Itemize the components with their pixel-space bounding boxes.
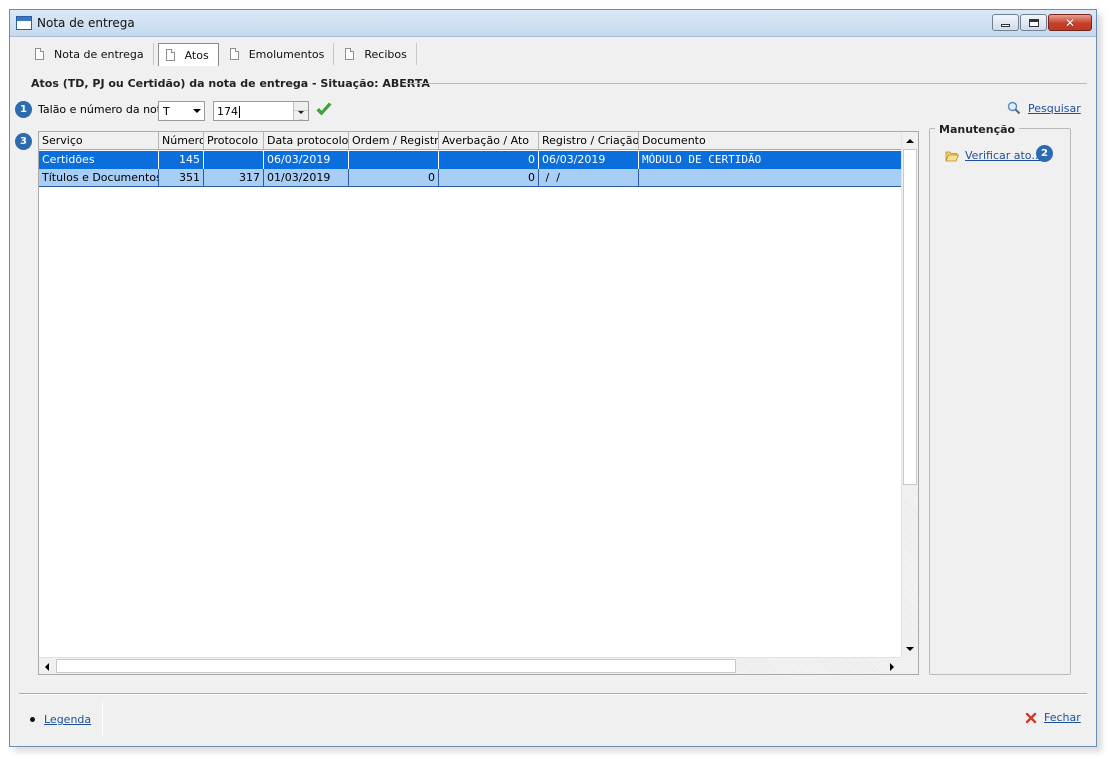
maximize-icon xyxy=(1028,18,1039,27)
cell-averbacao-ato: 0 xyxy=(439,169,539,187)
cell-protocolo xyxy=(204,151,264,169)
scroll-right-button[interactable] xyxy=(884,658,900,675)
tab-recibos[interactable]: Recibos xyxy=(338,43,417,65)
tab-atos[interactable]: Atos xyxy=(157,43,219,66)
tab-label: Recibos xyxy=(364,47,407,61)
scroll-left-button[interactable] xyxy=(39,658,55,675)
cell-data-protocolo: 06/03/2019 xyxy=(264,151,349,169)
scrollbar-corner xyxy=(901,657,918,674)
tab-nota-de-entrega[interactable]: Nota de entrega xyxy=(28,43,154,65)
table-row[interactable]: Certidões 145 06/03/2019 0 06/03/2019 MÓ… xyxy=(39,151,902,169)
talao-value: T xyxy=(163,105,170,118)
arrow-right-icon xyxy=(890,662,894,671)
cell-numero: 351 xyxy=(159,169,204,187)
cell-servico: Certidões xyxy=(39,151,159,169)
cell-documento: MÓDULO DE CERTIDÃO xyxy=(639,151,902,169)
vertical-scroll-track[interactable] xyxy=(902,486,918,640)
pesquisar-label: Pesquisar xyxy=(1028,101,1081,115)
col-averbacao-ato[interactable]: Averbação / Ato xyxy=(439,132,539,150)
tab-label: Emolumentos xyxy=(248,47,325,61)
talao-label: Talão e número da nota: xyxy=(38,103,172,116)
minimize-icon xyxy=(1001,24,1010,27)
cell-protocolo: 317 xyxy=(204,169,264,187)
vertical-scrollbar[interactable] xyxy=(901,132,918,657)
verificar-ato-link[interactable]: Verificar ato... xyxy=(945,149,1042,162)
confirm-check-icon[interactable] xyxy=(315,101,333,119)
footer-divider xyxy=(19,693,1087,695)
document-icon xyxy=(165,49,175,61)
horizontal-scroll-track[interactable] xyxy=(737,658,884,674)
col-protocolo[interactable]: Protocolo xyxy=(204,132,264,150)
cell-averbacao-ato: 0 xyxy=(439,151,539,169)
fechar-button[interactable]: Fechar xyxy=(1025,711,1081,724)
tab-bar: Nota de entrega Atos Emolumentos Recibos xyxy=(28,43,421,67)
close-icon xyxy=(1025,712,1037,723)
document-icon xyxy=(229,48,239,60)
talao-select[interactable]: T xyxy=(158,101,205,121)
stepper-down[interactable] xyxy=(294,111,308,120)
scroll-down-button[interactable] xyxy=(902,640,918,657)
stepper-up[interactable] xyxy=(294,102,308,111)
table-row[interactable]: Títulos e Documentos 351 317 01/03/2019 … xyxy=(39,169,902,187)
manutencao-title: Manutenção xyxy=(935,123,1020,136)
verificar-ato-label: Verificar ato... xyxy=(965,149,1042,162)
col-data-protocolo[interactable]: Data protocolo xyxy=(264,132,349,150)
atos-grid[interactable]: Serviço Número Protocolo Data protocolo … xyxy=(38,131,919,675)
tab-emolumentos[interactable]: Emolumentos xyxy=(223,43,335,65)
maximize-button[interactable] xyxy=(1020,14,1047,31)
chevron-down-icon xyxy=(193,109,201,113)
callout-badge-1: 1 xyxy=(15,101,32,118)
cell-ordem-registro xyxy=(349,151,439,169)
cell-ordem-registro: 0 xyxy=(349,169,439,187)
fechar-label: Fechar xyxy=(1044,711,1081,724)
cell-numero: 145 xyxy=(159,151,204,169)
cell-documento xyxy=(639,169,902,187)
grid-header: Serviço Número Protocolo Data protocolo … xyxy=(39,132,902,150)
pesquisar-link[interactable]: Pesquisar xyxy=(1007,101,1081,115)
close-icon: ✕ xyxy=(1064,15,1076,30)
title-bar[interactable]: Nota de entrega ✕ xyxy=(10,10,1096,37)
document-icon xyxy=(35,48,44,60)
callout-badge-3: 3 xyxy=(15,133,32,150)
window-icon xyxy=(16,16,32,30)
legenda-link[interactable]: Legenda xyxy=(30,713,91,726)
numero-nota-input[interactable]: 174 xyxy=(213,101,309,121)
horizontal-scroll-thumb[interactable] xyxy=(56,659,736,673)
section-divider xyxy=(402,83,1087,84)
section-title: Atos (TD, PJ ou Certidão) da nota de ent… xyxy=(31,77,430,90)
cell-registro-criacao: / / xyxy=(539,169,639,187)
cell-data-protocolo: 01/03/2019 xyxy=(264,169,349,187)
arrow-down-icon xyxy=(298,111,304,120)
col-numero[interactable]: Número xyxy=(159,132,204,150)
arrow-up-icon xyxy=(298,102,304,111)
folder-open-icon xyxy=(945,151,959,161)
col-ordem-registro[interactable]: Ordem / Registro xyxy=(349,132,439,150)
col-servico[interactable]: Serviço xyxy=(39,132,159,150)
bullet-icon xyxy=(30,717,35,722)
minimize-button[interactable] xyxy=(992,14,1019,31)
footer-separator xyxy=(102,701,103,737)
vertical-scroll-thumb[interactable] xyxy=(903,149,917,485)
tab-label: Nota de entrega xyxy=(54,47,144,61)
arrow-up-icon xyxy=(906,138,914,143)
horizontal-scrollbar[interactable] xyxy=(39,657,902,674)
window-title: Nota de entrega xyxy=(37,16,135,30)
arrow-down-icon xyxy=(906,646,914,651)
cell-servico: Títulos e Documentos xyxy=(39,169,159,187)
col-registro-criacao[interactable]: Registro / Criação xyxy=(539,132,639,150)
document-icon xyxy=(345,48,355,60)
arrow-left-icon xyxy=(45,662,49,671)
nota-entrega-window: Nota de entrega ✕ Nota de entrega Atos E… xyxy=(9,9,1097,747)
tab-label: Atos xyxy=(184,48,209,62)
cell-registro-criacao: 06/03/2019 xyxy=(539,151,639,169)
callout-badge-2: 2 xyxy=(1036,145,1053,162)
numero-stepper[interactable] xyxy=(293,102,308,120)
search-icon xyxy=(1007,101,1021,115)
manutencao-group xyxy=(929,128,1071,675)
numero-value: 174 xyxy=(217,105,238,118)
legenda-label: Legenda xyxy=(44,713,92,726)
scroll-up-button[interactable] xyxy=(902,132,918,149)
close-window-button[interactable]: ✕ xyxy=(1048,14,1092,31)
col-documento[interactable]: Documento xyxy=(639,132,902,150)
